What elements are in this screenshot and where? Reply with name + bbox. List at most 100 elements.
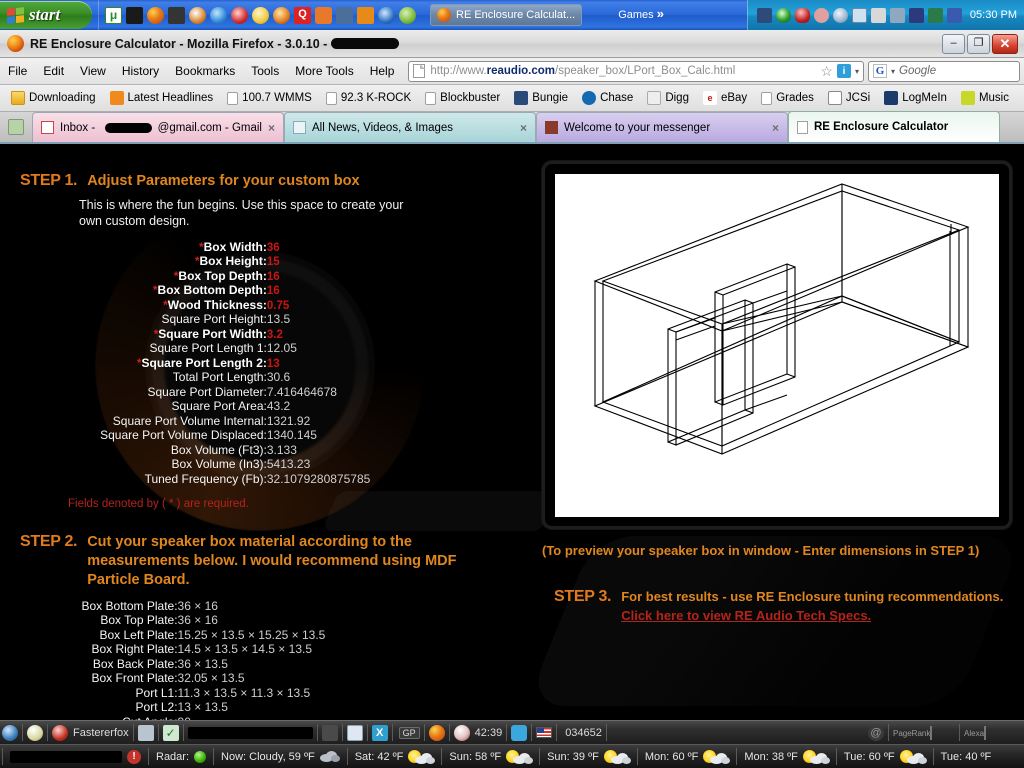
at-icon[interactable]: @ <box>868 724 884 741</box>
pagerank-meter[interactable]: PageRank <box>893 725 955 740</box>
weather-now[interactable]: Now: Cloudy, 59 ºF <box>214 751 347 763</box>
tab-re-enclosure-calculator[interactable]: RE Enclosure Calculator <box>788 111 1000 142</box>
globe-icon[interactable] <box>2 724 18 741</box>
url-input[interactable]: http://www.reaudio.com/speaker_box/LPort… <box>408 60 864 82</box>
chevron-down-icon[interactable]: ▾ <box>855 67 859 76</box>
firefox-icon[interactable] <box>428 724 445 741</box>
weather-forecast-sun-night[interactable]: Sun: 39 ºF <box>540 749 637 764</box>
bookmark-digg[interactable]: Digg <box>640 89 696 107</box>
display-icon[interactable] <box>851 7 867 23</box>
weather-forecast-sat[interactable]: Sat: 42 ºF <box>348 749 442 764</box>
parameter-row: Total Port Length: 30.6 <box>20 370 420 385</box>
twitter-icon[interactable] <box>511 724 528 741</box>
link-icon[interactable] <box>813 7 829 23</box>
taskbar-button-re-enclosure-calculator[interactable]: RE Enclosure Calculat... <box>430 4 583 26</box>
taskbar-clock[interactable]: 05:30 PM <box>970 9 1017 21</box>
bookmark-downloading[interactable]: Downloading <box>4 89 103 107</box>
weather-forecast-tue-night[interactable]: Tue: 40 ºF <box>934 751 999 763</box>
site-identity-icon[interactable]: i <box>836 64 851 78</box>
people-icon[interactable] <box>137 724 154 741</box>
taskbar-group-games[interactable]: Games » <box>618 7 664 21</box>
wireless-icon[interactable] <box>946 7 962 23</box>
minimize-button[interactable]: – <box>942 33 965 54</box>
tab-all-news-videos-images[interactable]: All News, Videos, & Images × <box>284 112 536 142</box>
media-player-icon[interactable] <box>168 6 185 24</box>
gp-badge[interactable]: GP <box>398 726 420 739</box>
vlc-icon[interactable] <box>357 6 374 24</box>
antivirus-icon[interactable] <box>775 7 791 23</box>
weather-radar[interactable]: Radar: <box>149 750 213 763</box>
bookmark-grades[interactable]: Grades <box>754 90 821 107</box>
chevron-double-right-icon[interactable]: » <box>657 7 664 20</box>
list-all-tabs-button[interactable] <box>0 112 32 142</box>
google-icon[interactable]: G <box>873 64 887 78</box>
bookmark-ebay[interactable]: e eBay <box>696 89 754 107</box>
alert-icon[interactable]: ! <box>127 749 141 764</box>
yahoo-messenger-icon[interactable] <box>252 6 269 24</box>
weather-forecast-mon-night[interactable]: Mon: 38 ºF <box>737 749 836 764</box>
mail-icon[interactable] <box>346 724 363 741</box>
x-icon[interactable]: X <box>371 724 388 741</box>
menu-view[interactable]: View <box>72 61 114 81</box>
alexa-meter[interactable]: Alexa <box>964 725 1022 740</box>
weather-forecast-mon-day[interactable]: Mon: 60 ºF <box>638 749 737 764</box>
winamp-icon[interactable] <box>126 6 143 24</box>
limewire-icon[interactable] <box>273 6 290 24</box>
utorrent-icon[interactable]: μ <box>105 6 122 24</box>
bookmark-music[interactable]: Music <box>954 89 1016 107</box>
checkmark-icon[interactable]: ✓ <box>162 724 179 741</box>
tab-close-icon[interactable]: × <box>268 121 275 135</box>
bookmark-latest-headlines[interactable]: Latest Headlines <box>103 89 221 107</box>
tab-close-icon[interactable]: × <box>772 121 779 135</box>
phone-icon[interactable] <box>336 6 353 24</box>
weather-location[interactable]: ! <box>3 749 148 764</box>
menu-tools[interactable]: Tools <box>243 61 287 81</box>
tab-welcome-to-your-messenger[interactable]: Welcome to your messenger × <box>536 112 788 142</box>
pencil-icon[interactable] <box>321 724 338 741</box>
bookmark-logmein[interactable]: LogMeIn <box>877 89 954 107</box>
pointer-icon[interactable] <box>870 7 886 23</box>
chevron-down-icon[interactable]: ▾ <box>891 67 895 76</box>
tab-close-icon[interactable]: × <box>520 121 527 135</box>
folder-icon[interactable] <box>399 6 416 24</box>
close-button[interactable]: ✕ <box>992 33 1018 54</box>
weather-forecast-sun-day[interactable]: Sun: 58 ºF <box>442 749 539 764</box>
menu-more-tools[interactable]: More Tools <box>287 61 361 81</box>
volume-icon[interactable] <box>927 7 943 23</box>
skype-icon[interactable] <box>315 6 332 24</box>
network-icon[interactable] <box>756 7 772 23</box>
bookmark-100-7-wmms[interactable]: 100.7 WMMS <box>220 90 319 107</box>
flag-icon[interactable] <box>536 727 553 738</box>
fastererfox-icon[interactable] <box>52 724 68 741</box>
bookmark-jcsi[interactable]: JCSi <box>821 89 877 107</box>
search-input[interactable]: G ▾ Google <box>868 60 1020 82</box>
bookmark-92-3-k-rock[interactable]: 92.3 K-ROCK <box>319 90 418 107</box>
quicktime-icon[interactable]: Q <box>294 6 311 24</box>
menu-bookmarks[interactable]: Bookmarks <box>167 61 243 81</box>
firefox-icon[interactable] <box>147 6 164 24</box>
internet-explorer-icon[interactable] <box>210 6 227 24</box>
tab-gmail[interactable]: Inbox - @gmail.com - Gmail × <box>32 112 284 142</box>
menu-help[interactable]: Help <box>362 61 403 81</box>
stopwatch-icon[interactable] <box>27 724 43 741</box>
menu-edit[interactable]: Edit <box>35 61 72 81</box>
sync-icon[interactable] <box>832 7 848 23</box>
usb-icon[interactable] <box>794 7 810 23</box>
bookmark-bungie[interactable]: Bungie <box>507 89 575 107</box>
fastererfox-label[interactable]: Fastererfox <box>73 727 129 739</box>
bluetooth-icon[interactable] <box>908 7 924 23</box>
start-button[interactable]: start <box>0 1 92 29</box>
opera-icon[interactable] <box>231 6 248 24</box>
realplayer-icon[interactable] <box>378 6 395 24</box>
restore-button[interactable]: ❐ <box>967 33 990 54</box>
bookmark-star-icon[interactable]: ☆ <box>820 63 833 80</box>
paint-icon[interactable] <box>189 6 206 24</box>
menu-history[interactable]: History <box>114 61 167 81</box>
photo-icon[interactable] <box>889 7 905 23</box>
weather-forecast-tue-day[interactable]: Tue: 60 ºF <box>837 749 933 764</box>
tech-specs-link[interactable]: Click here to view RE Audio Tech Specs. <box>621 608 871 623</box>
bookmark-chase[interactable]: Chase <box>575 89 640 107</box>
clock-icon[interactable] <box>453 724 470 741</box>
menu-file[interactable]: File <box>0 61 35 81</box>
bookmark-blockbuster[interactable]: Blockbuster <box>418 90 507 107</box>
